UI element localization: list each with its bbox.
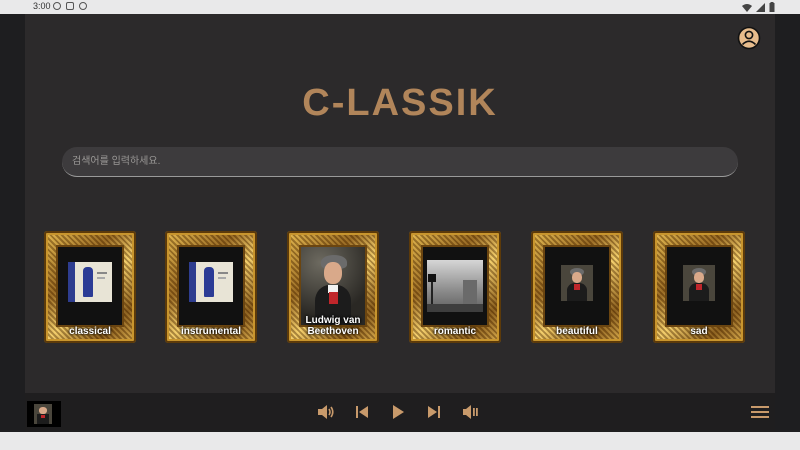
notification-app-icon	[66, 2, 74, 10]
app-title: C-LASSIK	[302, 82, 498, 124]
category-card-romantic[interactable]: romantic	[409, 231, 501, 343]
card-artwork	[545, 247, 609, 325]
play-icon[interactable]	[389, 403, 407, 421]
beethoven-portrait-small-art	[561, 265, 593, 301]
status-time: 3:00	[33, 1, 51, 11]
status-bar: 3:00	[0, 0, 800, 14]
profile-icon[interactable]	[737, 26, 761, 50]
card-label: beautiful	[556, 326, 598, 337]
signal-icon	[756, 2, 765, 12]
card-artwork	[58, 247, 122, 325]
playback-controls	[317, 403, 479, 421]
search-input[interactable]	[62, 147, 748, 175]
category-card-instrumental[interactable]: instrumental	[165, 231, 257, 343]
card-artwork	[301, 247, 365, 325]
battery-icon	[769, 2, 775, 12]
search-bar[interactable]	[62, 147, 748, 177]
wifi-icon	[742, 3, 752, 12]
hamburger-menu-icon[interactable]	[751, 405, 769, 419]
grayscale-street-art	[427, 260, 483, 312]
player-bar	[25, 393, 775, 432]
beethoven-portrait-small-art	[683, 265, 715, 301]
card-label: sad	[690, 326, 708, 337]
category-cards: classical instrumental Ludwig van Beetho…	[44, 231, 764, 343]
card-label: classical	[69, 326, 111, 337]
app-screen: C-LASSIK classical	[25, 14, 775, 432]
vpn-icon	[79, 2, 87, 10]
volume-up-icon[interactable]	[317, 403, 335, 421]
next-icon[interactable]	[425, 403, 443, 421]
album-cover-art	[189, 262, 233, 302]
system-navigation-bar	[0, 432, 800, 450]
do-not-disturb-icon	[53, 2, 61, 10]
card-label: romantic	[433, 326, 477, 337]
album-cover-art	[68, 262, 112, 302]
notification-icons	[53, 2, 87, 10]
system-icons	[742, 2, 775, 12]
beethoven-portrait-art	[301, 247, 365, 325]
category-card-sad[interactable]: sad	[653, 231, 745, 343]
category-card-beautiful[interactable]: beautiful	[531, 231, 623, 343]
card-label: instrumental	[180, 326, 241, 337]
card-artwork	[667, 247, 731, 325]
category-card-classical[interactable]: classical	[44, 231, 136, 343]
card-label: Ludwig van Beethoven	[305, 315, 361, 337]
category-card-beethoven[interactable]: Ludwig van Beethoven	[287, 231, 379, 343]
card-artwork	[423, 247, 487, 325]
previous-icon[interactable]	[353, 403, 371, 421]
now-playing-thumbnail[interactable]	[27, 401, 61, 427]
volume-mute-icon[interactable]	[461, 403, 479, 421]
card-artwork	[179, 247, 243, 325]
